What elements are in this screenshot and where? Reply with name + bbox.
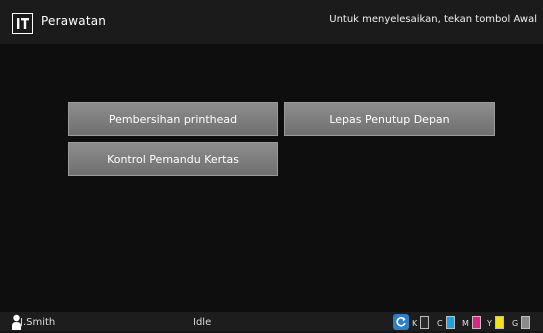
ink-label-m: M — [462, 319, 469, 328]
ink-label-y: Y — [487, 319, 492, 328]
ink-bar-m — [471, 316, 481, 329]
ink-level-c: C — [437, 316, 455, 329]
main-content — [0, 44, 543, 312]
refresh-icon[interactable] — [393, 314, 409, 330]
user-name: J.Smith — [20, 317, 56, 328]
release-front-cover-button[interactable]: Lepas Penutup Depan — [284, 102, 495, 136]
ink-bar-y — [494, 316, 504, 329]
ink-label-k: K — [412, 319, 418, 328]
ink-bar-c — [445, 316, 455, 329]
printhead-cleaning-button[interactable]: Pembersihan printhead — [68, 102, 278, 136]
ink-bar-k — [420, 316, 430, 329]
home-hint: Untuk menyelesaikan, tekan tombol Awal — [329, 14, 537, 25]
ink-label-c: C — [437, 319, 443, 328]
ink-bar-g — [521, 316, 531, 329]
printer-status: Idle — [193, 317, 212, 328]
paper-guide-control-button[interactable]: Kontrol Pemandu Kertas — [68, 142, 278, 176]
ink-label-g: G — [512, 319, 519, 328]
header: Perawatan Untuk menyelesaikan, tekan tom… — [0, 0, 543, 44]
page-title: Perawatan — [41, 14, 107, 28]
ink-level-g: G — [512, 316, 531, 329]
ink-level-y: Y — [487, 316, 504, 329]
maintenance-icon — [12, 13, 33, 34]
status-bar: J.Smith Idle K C M Y G — [0, 312, 543, 331]
ink-level-m: M — [462, 316, 481, 329]
ink-level-k: K — [412, 316, 430, 329]
